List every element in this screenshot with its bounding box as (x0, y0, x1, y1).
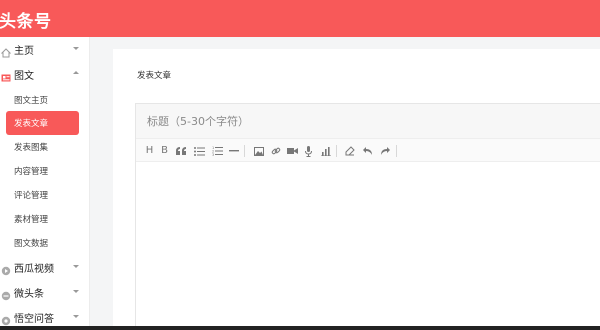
sidebar-subitem-article-home[interactable]: 图文主页 (0, 88, 90, 112)
top-header: 头条号 (0, 0, 600, 37)
sidebar-subitem-label: 评论管理 (14, 191, 49, 201)
main-panel: 发表文章 H B 123 (113, 49, 600, 330)
sidebar-subitem-comment-manage[interactable]: 评论管理 (0, 183, 90, 207)
sidebar-subitem-label: 图文数据 (14, 239, 49, 249)
sidebar-subitem-article-data[interactable]: 图文数据 (0, 231, 90, 255)
image-icon[interactable] (253, 144, 264, 158)
sidebar: 主页 图文 图文主页 发表文章 发表图集 内容管理 评论管理 素材管理 图文数据… (0, 37, 90, 330)
video-icon (1, 261, 11, 276)
chevron-down-icon (73, 290, 79, 293)
sidebar-subitem-label: 素材管理 (14, 215, 49, 225)
sidebar-subitem-publish-gallery[interactable]: 发表图集 (0, 135, 90, 159)
chevron-down-icon (73, 265, 79, 268)
qa-icon (1, 311, 11, 326)
sidebar-item-video[interactable]: 西瓜视频 (0, 255, 90, 279)
page-title: 发表文章 (137, 71, 172, 81)
eraser-icon[interactable] (344, 144, 355, 158)
sidebar-subitem-label: 图文主页 (14, 96, 49, 106)
sidebar-item-label: 微头条 (14, 289, 44, 300)
microphone-icon[interactable] (304, 144, 313, 158)
heading-icon[interactable]: H (145, 144, 154, 158)
bottom-edge (0, 326, 600, 330)
sidebar-subitem-label: 内容管理 (14, 167, 49, 177)
svg-text:3: 3 (212, 153, 214, 156)
sidebar-item-label: 西瓜视频 (14, 264, 54, 275)
sidebar-subitem-content-manage[interactable]: 内容管理 (0, 159, 90, 183)
sidebar-subitem-material-manage[interactable]: 素材管理 (0, 207, 90, 231)
chevron-down-icon (73, 315, 79, 318)
article-editor: H B 123 (135, 103, 600, 330)
chevron-up-icon (73, 71, 79, 74)
logo[interactable]: 头条号 (0, 7, 52, 32)
sidebar-item-article[interactable]: 图文 (0, 62, 90, 86)
link-icon[interactable] (270, 144, 281, 158)
bold-icon[interactable]: B (160, 144, 169, 158)
toolbar-divider (244, 145, 245, 157)
micro-icon (1, 286, 11, 301)
chart-icon[interactable] (320, 144, 331, 158)
ordered-list-icon[interactable]: 123 (211, 144, 223, 158)
undo-icon[interactable] (362, 144, 373, 158)
sidebar-item-label: 悟空问答 (14, 314, 54, 325)
quote-icon[interactable] (175, 144, 187, 158)
title-input[interactable] (136, 104, 600, 138)
editor-content-area[interactable] (136, 162, 600, 330)
redo-icon[interactable] (379, 144, 390, 158)
video-camera-icon[interactable] (287, 144, 298, 158)
sidebar-item-label: 图文 (14, 71, 34, 82)
toolbar-divider (336, 145, 337, 157)
chevron-down-icon (73, 47, 79, 50)
article-icon (1, 68, 11, 82)
sidebar-item-micro[interactable]: 微头条 (0, 280, 90, 304)
toolbar-divider (396, 145, 397, 157)
home-icon (0, 43, 12, 58)
horizontal-rule-icon[interactable] (228, 144, 239, 158)
sidebar-subitem-publish-article[interactable]: 发表文章 (6, 111, 79, 135)
sidebar-subitem-label: 发表图集 (14, 143, 49, 153)
sidebar-item-home[interactable]: 主页 (0, 37, 90, 61)
unordered-list-icon[interactable] (193, 144, 205, 158)
editor-toolbar: H B 123 (136, 138, 600, 162)
sidebar-item-label: 主页 (14, 46, 34, 57)
sidebar-subitem-label: 发表文章 (14, 119, 49, 129)
